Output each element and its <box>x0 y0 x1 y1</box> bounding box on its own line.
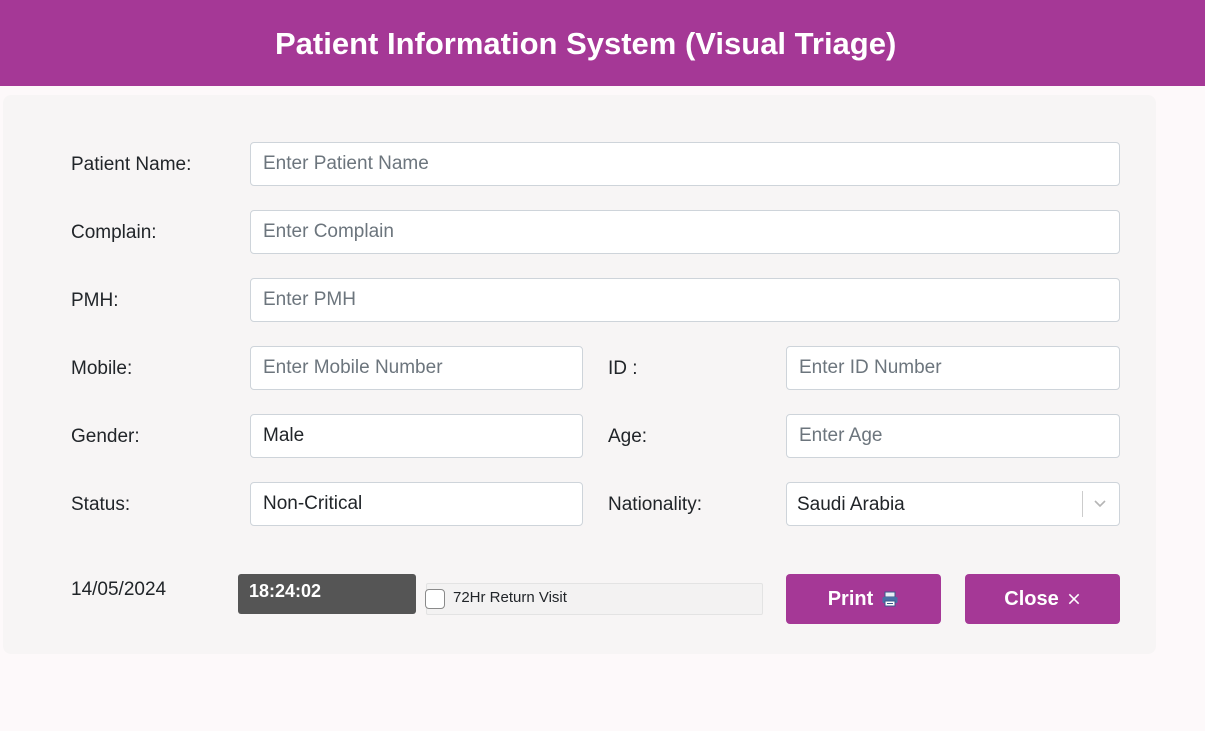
print-button[interactable]: Print <box>786 574 941 624</box>
id-input[interactable] <box>786 346 1120 390</box>
status-input[interactable] <box>250 482 583 526</box>
age-input[interactable] <box>786 414 1120 458</box>
nationality-selected-value: Saudi Arabia <box>797 494 905 515</box>
gender-input[interactable] <box>250 414 583 458</box>
app-header: Patient Information System (Visual Triag… <box>0 0 1205 86</box>
page-title: Patient Information System (Visual Triag… <box>275 26 897 61</box>
close-button[interactable]: Close <box>965 574 1120 624</box>
current-date: 14/05/2024 <box>71 579 167 600</box>
pmh-label: PMH: <box>71 290 119 311</box>
chevron-down-icon[interactable] <box>1093 496 1107 510</box>
nationality-label: Nationality: <box>608 494 702 515</box>
id-label: ID : <box>608 358 638 379</box>
return-visit-checkbox[interactable] <box>425 589 445 609</box>
age-label: Age: <box>608 426 648 447</box>
status-label: Status: <box>71 494 131 515</box>
pmh-input[interactable] <box>250 278 1120 322</box>
return-visit-label: 72Hr Return Visit <box>453 589 567 606</box>
complain-input[interactable] <box>250 210 1120 254</box>
select-separator <box>1082 491 1083 517</box>
print-button-label: Print <box>827 587 874 610</box>
mobile-input[interactable] <box>250 346 583 390</box>
close-button-label: Close <box>1004 587 1059 610</box>
close-icon <box>1068 593 1079 605</box>
current-time: 18:24:02 <box>249 581 322 601</box>
current-time-box: 18:24:02 <box>238 574 416 614</box>
patient-name-label: Patient Name: <box>71 154 192 175</box>
printer-icon <box>882 591 898 607</box>
gender-label: Gender: <box>71 426 140 447</box>
nationality-select[interactable]: Saudi Arabia <box>786 482 1120 526</box>
complain-label: Complain: <box>71 222 157 243</box>
patient-name-input[interactable] <box>250 142 1120 186</box>
return-visit-container: 72Hr Return Visit <box>425 583 763 615</box>
mobile-label: Mobile: <box>71 358 133 379</box>
